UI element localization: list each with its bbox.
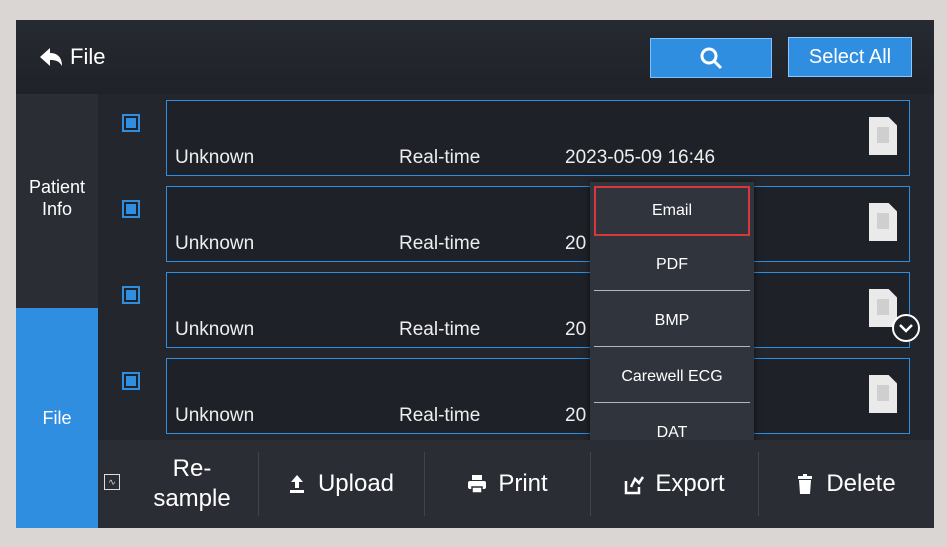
select-all-button[interactable]: Select All <box>788 37 912 77</box>
top-bar: File Select All <box>16 20 934 94</box>
row-checkbox[interactable] <box>122 200 140 218</box>
record-date: 2023-05-09 16:46 <box>565 147 716 168</box>
print-label: Print <box>498 470 548 497</box>
bottom-toolbar: ∿ Re- sample Upload Print Export Delete <box>98 440 934 528</box>
file-icon[interactable] <box>869 117 897 155</box>
export-menu: Email PDF BMP Carewell ECG DAT <box>590 182 754 460</box>
export-option-bmp[interactable]: BMP <box>594 296 750 347</box>
record-type: Real-time <box>399 405 481 426</box>
table-row[interactable]: Unknown Real-time 20 <box>108 270 910 350</box>
file-record[interactable]: Unknown Real-time 2023-05-09 16:46 <box>166 100 910 176</box>
upload-button[interactable]: Upload <box>260 440 420 528</box>
patient-name: Unknown <box>175 319 255 340</box>
back-button[interactable]: File <box>38 44 105 70</box>
upload-icon <box>289 475 304 493</box>
sidebar: Patient Info File <box>16 94 98 528</box>
export-icon <box>625 476 645 495</box>
tab-patient-info-label: Patient Info <box>28 177 86 219</box>
row-checkbox[interactable] <box>122 372 140 390</box>
back-label: File <box>70 44 106 69</box>
record-date: 20 <box>565 233 587 254</box>
tab-file[interactable]: File <box>16 308 98 528</box>
patient-name: Unknown <box>175 233 255 254</box>
record-type: Real-time <box>399 147 481 168</box>
search-button[interactable] <box>650 38 772 78</box>
export-option-carewell-ecg[interactable]: Carewell ECG <box>594 352 750 403</box>
file-record[interactable]: Unknown Real-time 20 <box>166 358 910 434</box>
row-checkbox[interactable] <box>122 286 140 304</box>
export-button[interactable]: Export <box>592 440 756 528</box>
upload-label: Upload <box>317 470 395 497</box>
record-date: 20 <box>565 319 587 340</box>
delete-button[interactable]: Delete <box>760 440 930 528</box>
export-label: Export <box>655 470 725 497</box>
table-row[interactable]: Unknown Real-time 20 <box>108 184 910 264</box>
file-icon[interactable] <box>869 375 897 413</box>
row-checkbox[interactable] <box>122 114 140 132</box>
tab-patient-info[interactable]: Patient Info <box>16 176 98 220</box>
trash-icon <box>798 474 813 494</box>
file-record[interactable]: Unknown Real-time 20 <box>166 272 910 348</box>
print-button[interactable]: Print <box>426 440 588 528</box>
record-date: 20 <box>565 405 587 426</box>
table-row[interactable]: Unknown Real-time 2023-05-09 16:46 <box>108 98 910 178</box>
back-arrow-icon <box>40 48 62 66</box>
resample-button[interactable]: ∿ Re- sample <box>98 440 256 528</box>
record-type: Real-time <box>399 319 481 340</box>
export-option-pdf[interactable]: PDF <box>594 240 750 291</box>
resample-label: Re- sample <box>153 455 231 512</box>
toolbar-divider <box>758 452 759 516</box>
toolbar-divider <box>258 452 259 516</box>
file-icon[interactable] <box>869 203 897 241</box>
printer-icon <box>468 475 487 494</box>
export-option-email[interactable]: Email <box>594 186 750 236</box>
patient-name: Unknown <box>175 147 255 168</box>
file-record[interactable]: Unknown Real-time 20 <box>166 186 910 262</box>
chevron-down-icon <box>899 324 913 333</box>
search-icon <box>700 47 723 70</box>
toolbar-divider <box>590 452 591 516</box>
toolbar-divider <box>424 452 425 516</box>
tab-file-label: File <box>42 407 72 428</box>
table-row[interactable]: Unknown Real-time 20 <box>108 356 910 436</box>
device-screen: File Select All Patient Info File Unknow… <box>16 20 934 528</box>
scroll-down-button[interactable] <box>892 314 920 342</box>
waveform-icon: ∿ <box>104 474 120 490</box>
patient-name: Unknown <box>175 405 255 426</box>
record-type: Real-time <box>399 233 481 254</box>
delete-label: Delete <box>826 470 896 497</box>
